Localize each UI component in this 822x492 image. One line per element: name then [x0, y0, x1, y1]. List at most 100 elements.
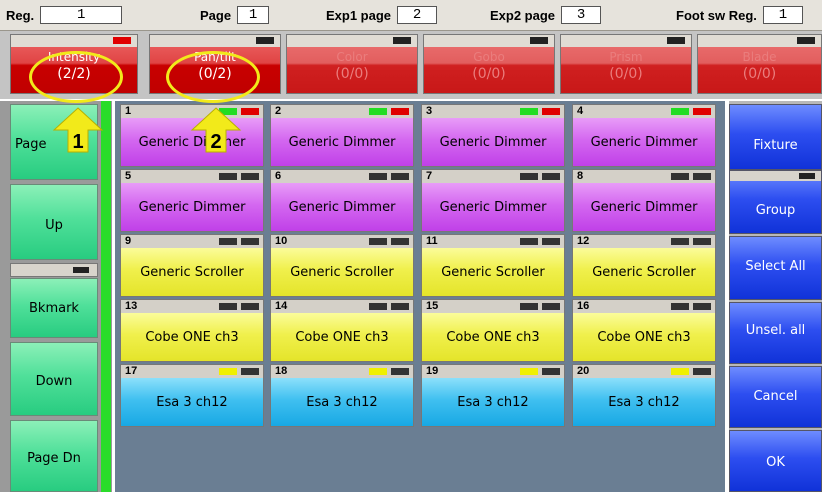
- status-led: [520, 108, 538, 115]
- status-led: [520, 368, 538, 375]
- exp1-page-value-input[interactable]: 2: [397, 6, 438, 24]
- bookmark-button[interactable]: Bkmark: [10, 278, 98, 338]
- fixture-label: Cobe ONE ch3: [573, 313, 715, 361]
- exp1-page-field: Exp1 page 2: [326, 6, 438, 24]
- selection-led: [542, 173, 560, 180]
- fixture-cell-17[interactable]: 17 Esa 3 ch12: [120, 364, 264, 427]
- fixture-cell-19[interactable]: 19 Esa 3 ch12: [421, 364, 565, 427]
- preset-type-header: [11, 35, 137, 47]
- fixture-cell-15[interactable]: 15 Cobe ONE ch3: [421, 299, 565, 362]
- status-led: [520, 303, 538, 310]
- fixture-cell-12[interactable]: 12 Generic Scroller: [572, 234, 716, 297]
- preset-type-count: (0/0): [742, 66, 777, 82]
- fixture-number: 15: [426, 300, 439, 312]
- fixture-cell-20[interactable]: 20 Esa 3 ch12: [572, 364, 716, 427]
- fixture-cell-10[interactable]: 10 Generic Scroller: [270, 234, 414, 297]
- status-led: [369, 303, 387, 310]
- fixture-cell-11[interactable]: 11 Generic Scroller: [421, 234, 565, 297]
- fixture-label: Generic Scroller: [422, 248, 564, 296]
- fixture-cell-13[interactable]: 13 Cobe ONE ch3: [120, 299, 264, 362]
- register-value-input[interactable]: 1: [40, 6, 123, 24]
- down-label: Down: [35, 374, 73, 389]
- fixture-label: Cobe ONE ch3: [422, 313, 564, 361]
- preset-type-color[interactable]: Color (0/0): [286, 34, 418, 94]
- fixture-cell-2[interactable]: 2 Generic Dimmer: [270, 104, 414, 167]
- register-field: Reg. 1: [6, 6, 123, 24]
- preset-type-header: [561, 35, 691, 47]
- fixture-label: Esa 3 ch12: [422, 378, 564, 426]
- preset-type-blade[interactable]: Blade (0/0): [697, 34, 822, 94]
- fixture-label: Generic Scroller: [121, 248, 263, 296]
- scroll-position-bar[interactable]: [101, 101, 111, 492]
- fixture-cell-5[interactable]: 5 Generic Dimmer: [120, 169, 264, 232]
- fixture-number: 1: [125, 105, 132, 117]
- exp2-page-label: Exp2 page: [490, 7, 556, 23]
- page-value-input[interactable]: 1: [237, 6, 270, 24]
- fixture-number: 7: [426, 170, 433, 182]
- fixture-cell-16[interactable]: 16 Cobe ONE ch3: [572, 299, 716, 362]
- fixture-label: Generic Scroller: [573, 248, 715, 296]
- fixture-cell-18[interactable]: 18 Esa 3 ch12: [270, 364, 414, 427]
- fixture-cell-4[interactable]: 4 Generic Dimmer: [572, 104, 716, 167]
- fixture-label: Esa 3 ch12: [121, 378, 263, 426]
- fixture-number: 10: [275, 235, 288, 247]
- up-button[interactable]: Up: [10, 184, 98, 260]
- fixture-label: Generic Dimmer: [121, 183, 263, 231]
- page-field: Page 1: [200, 6, 270, 24]
- status-led: [219, 368, 237, 375]
- status-led: [671, 238, 689, 245]
- ok-button[interactable]: OK: [729, 430, 822, 492]
- preset-type-gobo[interactable]: Gobo (0/0): [423, 34, 555, 94]
- group-button[interactable]: Group: [729, 170, 822, 234]
- group-led: [799, 173, 815, 179]
- selection-indicator: [256, 37, 274, 44]
- fixture-cell-8[interactable]: 8 Generic Dimmer: [572, 169, 716, 232]
- preset-type-header: [287, 35, 417, 47]
- fixture-number: 5: [125, 170, 132, 182]
- status-led: [520, 238, 538, 245]
- callout-ellipse-intensity: [29, 51, 123, 103]
- callout-ellipse-pan-tilt: [166, 51, 260, 103]
- fixture-label: Generic Dimmer: [573, 118, 715, 166]
- fixture-label: Generic Dimmer: [422, 118, 564, 166]
- down-button[interactable]: Down: [10, 342, 98, 416]
- selection-indicator: [393, 37, 411, 44]
- unselect-all-button[interactable]: Unsel. all: [729, 302, 822, 364]
- selection-led: [693, 173, 711, 180]
- fixture-cell-6[interactable]: 6 Generic Dimmer: [270, 169, 414, 232]
- cancel-button[interactable]: Cancel: [729, 366, 822, 428]
- selection-indicator: [797, 37, 815, 44]
- fixture-button[interactable]: Fixture: [729, 104, 822, 170]
- exp2-page-value-input[interactable]: 3: [561, 6, 602, 24]
- preset-type-prism[interactable]: Prism (0/0): [560, 34, 692, 94]
- fixture-number: 13: [125, 300, 138, 312]
- selection-led: [391, 238, 409, 245]
- preset-type-label: Gobo: [473, 50, 505, 64]
- select-all-button[interactable]: Select All: [729, 236, 822, 300]
- register-label: Reg.: [6, 7, 35, 23]
- selection-led: [693, 238, 711, 245]
- up-label: Up: [45, 218, 63, 233]
- preset-type-header: [698, 35, 821, 47]
- fixture-cell-9[interactable]: 9 Generic Scroller: [120, 234, 264, 297]
- page-down-label: Page Dn: [27, 451, 81, 466]
- callout-arrow-two: 2: [190, 107, 242, 153]
- selection-led: [542, 108, 560, 115]
- page-down-button[interactable]: Page Dn: [10, 420, 98, 492]
- fixture-label: Generic Dimmer: [422, 183, 564, 231]
- callout-number-two: 2: [210, 131, 221, 153]
- selection-led: [391, 303, 409, 310]
- fixture-cell-7[interactable]: 7 Generic Dimmer: [421, 169, 565, 232]
- page-label: Page: [200, 7, 232, 23]
- fixture-cell-14[interactable]: 14 Cobe ONE ch3: [270, 299, 414, 362]
- status-led: [671, 173, 689, 180]
- status-led: [369, 238, 387, 245]
- foot-switch-register-value-input[interactable]: 1: [762, 6, 803, 24]
- fixture-number: 17: [125, 365, 138, 377]
- status-led: [520, 173, 538, 180]
- selection-indicator: [667, 37, 685, 44]
- fixture-cell-3[interactable]: 3 Generic Dimmer: [421, 104, 565, 167]
- fixture-number: 6: [275, 170, 282, 182]
- select-all-label: Select All: [745, 259, 806, 274]
- preset-type-count: (0/0): [609, 66, 643, 82]
